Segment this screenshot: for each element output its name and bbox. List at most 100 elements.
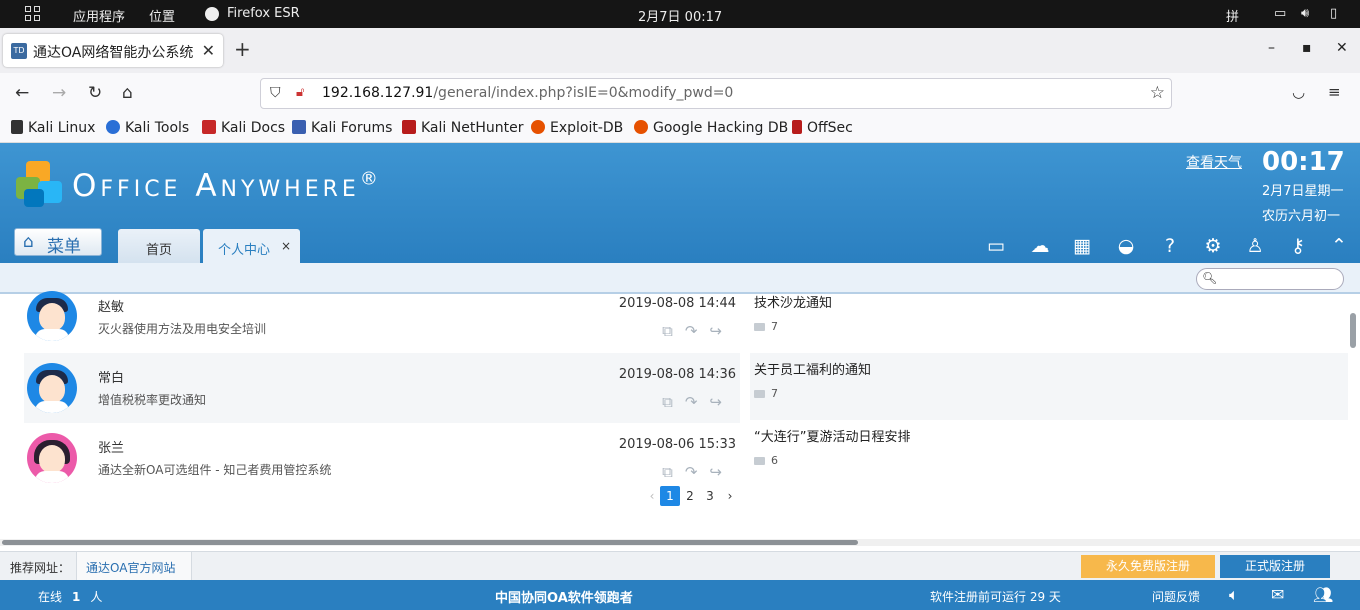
- exploit-db-icon: [531, 120, 545, 134]
- forward-icon[interactable]: ↷: [685, 393, 710, 411]
- message-sender: 张兰: [98, 441, 125, 456]
- tab-personal-center-label: 个人中心: [218, 243, 271, 258]
- close-window-icon[interactable]: ✕: [1336, 40, 1348, 56]
- minimize-icon[interactable]: –: [1268, 40, 1275, 56]
- volume-icon[interactable]: 🔊︎: [1301, 6, 1309, 21]
- open-icon[interactable]: ⧉: [662, 322, 685, 340]
- prev-page-button[interactable]: ‹: [642, 486, 662, 506]
- insecure-lock-icon[interactable]: 🔓︎: [296, 85, 304, 100]
- page-3-button[interactable]: 3: [700, 486, 720, 506]
- online-users-icon[interactable]: ◒: [1114, 235, 1138, 257]
- skin-icon[interactable]: ♙: [1243, 235, 1267, 257]
- message-item[interactable]: 赵敏 灭火器使用方法及用电安全培训 2019-08-08 14:44 ⧉↷↪: [24, 285, 740, 355]
- forward-icon[interactable]: ↷: [685, 322, 710, 340]
- bookmark-kali-docs[interactable]: Kali Docs: [202, 120, 285, 136]
- notice-item[interactable]: 技术沙龙通知 7: [750, 286, 1348, 353]
- header-lunar-date: 农历六月初一: [1262, 209, 1341, 224]
- horizontal-scrollbar[interactable]: [2, 540, 858, 545]
- places-menu[interactable]: 位置: [149, 6, 175, 25]
- share-icon[interactable]: ↪: [709, 393, 734, 411]
- message-item[interactable]: 张兰 通达全新OA可选组件 - 知己者费用管控系统 2019-08-06 15:…: [24, 423, 740, 493]
- tab-close-icon[interactable]: ×: [281, 239, 291, 253]
- trial-notice: 软件注册前可运行 29 天: [930, 590, 1061, 604]
- system-top-bar: 应用程序 位置 Firefox ESR 2月7日 00:17 拼 ▭ 🔊︎ ▯: [0, 0, 1360, 28]
- settings-icon[interactable]: ⚙: [1201, 235, 1225, 257]
- new-tab-button[interactable]: +: [234, 37, 251, 61]
- forward-icon[interactable]: →: [52, 83, 66, 103]
- menu-button[interactable]: ⌂ 菜单: [14, 228, 102, 257]
- message-subject[interactable]: 通达全新OA可选组件 - 知己者费用管控系统: [98, 461, 331, 478]
- notice-title[interactable]: 技术沙龙通知: [754, 292, 832, 311]
- bookmark-star-icon[interactable]: ☆: [1150, 83, 1165, 103]
- message-subject[interactable]: 增值税税率更改通知: [98, 391, 206, 408]
- firefox-app-label[interactable]: Firefox ESR: [227, 6, 300, 21]
- notice-item[interactable]: 关于员工福利的通知 7: [750, 353, 1348, 420]
- message-datetime: 2019-08-06 15:33: [618, 437, 736, 452]
- bookmark-kali-linux[interactable]: Kali Linux: [11, 120, 95, 136]
- tab-personal-center[interactable]: 个人中心 ×: [203, 229, 300, 263]
- users-icon[interactable]: 👥︎: [1313, 585, 1333, 604]
- mail-icon[interactable]: ✉: [1271, 585, 1284, 604]
- official-site-link[interactable]: 通达OA官方网站: [76, 552, 192, 580]
- tab-home[interactable]: 首页: [118, 229, 200, 263]
- bookmark-kali-forums[interactable]: Kali Forums: [292, 120, 392, 136]
- pocket-icon[interactable]: ◡: [1292, 83, 1305, 101]
- weather-link[interactable]: 查看天气: [1186, 152, 1242, 172]
- app-grid-icon[interactable]: [25, 6, 41, 22]
- next-page-button[interactable]: ›: [720, 486, 740, 506]
- open-icon[interactable]: ⧉: [662, 393, 685, 411]
- maximize-icon[interactable]: ▪: [1302, 40, 1312, 56]
- back-icon[interactable]: ←: [15, 83, 29, 103]
- free-register-button[interactable]: 永久免费版注册: [1081, 555, 1215, 578]
- reload-icon[interactable]: ↻: [88, 83, 102, 103]
- forward-icon[interactable]: ↷: [685, 463, 710, 481]
- bookmark-exploit-db[interactable]: Exploit-DB: [531, 120, 623, 136]
- message-sender: 赵敏: [98, 300, 125, 315]
- page-2-button[interactable]: 2: [680, 486, 700, 506]
- bookmark-google-hacking-db[interactable]: Google Hacking DB: [634, 120, 788, 136]
- desktop-icon[interactable]: ▭: [984, 235, 1008, 257]
- battery-icon[interactable]: ▯: [1330, 6, 1337, 21]
- help-icon[interactable]: ?: [1158, 235, 1182, 257]
- url-bar[interactable]: ⛉ 🔓︎ 192.168.127.91/general/index.php?is…: [260, 78, 1172, 109]
- screen-icon[interactable]: ▭: [1274, 6, 1286, 21]
- message-datetime: 2019-08-08 14:44: [618, 296, 736, 311]
- input-method-indicator[interactable]: 拼: [1226, 6, 1239, 25]
- avatar: [27, 363, 77, 413]
- apps-add-icon[interactable]: ▦: [1070, 235, 1094, 257]
- bookmark-kali-tools[interactable]: Kali Tools: [106, 120, 189, 136]
- collapse-icon[interactable]: ⌃: [1327, 235, 1351, 257]
- cloud-icon[interactable]: ☁: [1028, 235, 1052, 257]
- system-clock[interactable]: 2月7日 00:17: [638, 6, 722, 25]
- message-sender: 常白: [98, 371, 125, 386]
- browser-tab[interactable]: TD 通达OA网络智能办公系统 ✕: [3, 34, 223, 67]
- key-icon[interactable]: ⚷: [1286, 235, 1310, 257]
- notice-title[interactable]: “大连行”夏游活动日程安排: [754, 426, 910, 445]
- browser-nav-bar: ← → ↻ ⌂ ⛉ 🔓︎ 192.168.127.91/general/inde…: [0, 73, 1360, 115]
- open-icon[interactable]: ⧉: [662, 463, 685, 481]
- official-register-button[interactable]: 正式版注册: [1220, 555, 1330, 578]
- applications-menu[interactable]: 应用程序: [73, 6, 125, 25]
- message-subject[interactable]: 灭火器使用方法及用电安全培训: [98, 320, 266, 337]
- avatar: [27, 291, 77, 341]
- notice-title[interactable]: 关于员工福利的通知: [754, 359, 871, 378]
- message-actions: ⧉↷↪: [662, 322, 734, 340]
- vertical-scrollbar[interactable]: [1350, 313, 1356, 348]
- app-menu-icon[interactable]: ≡: [1328, 83, 1341, 101]
- tab-close-icon[interactable]: ✕: [202, 41, 215, 60]
- online-users[interactable]: 在线 1 人: [38, 588, 102, 605]
- page-1-button[interactable]: 1: [660, 486, 680, 506]
- share-icon[interactable]: ↪: [709, 322, 734, 340]
- shield-icon[interactable]: ⛉: [270, 85, 281, 101]
- bookmark-offsec[interactable]: OffSec: [792, 120, 853, 136]
- bookmark-kali-nethunter[interactable]: Kali NetHunter: [402, 120, 523, 136]
- tab-home-label: 首页: [145, 243, 172, 258]
- notice-item[interactable]: “大连行”夏游活动日程安排 6: [750, 420, 1348, 487]
- sound-icon[interactable]: 🔈︎: [1229, 585, 1239, 605]
- nethunter-icon: [402, 120, 416, 134]
- share-icon[interactable]: ↪: [709, 463, 734, 481]
- feedback-link[interactable]: 问题反馈: [1152, 588, 1200, 605]
- home-icon[interactable]: ⌂: [122, 83, 133, 103]
- recommend-bar: 推荐网址： 通达OA官方网站 永久免费版注册 正式版注册: [0, 551, 1360, 580]
- message-item[interactable]: 常白 增值税税率更改通知 2019-08-08 14:36 ⧉↷↪: [24, 353, 740, 423]
